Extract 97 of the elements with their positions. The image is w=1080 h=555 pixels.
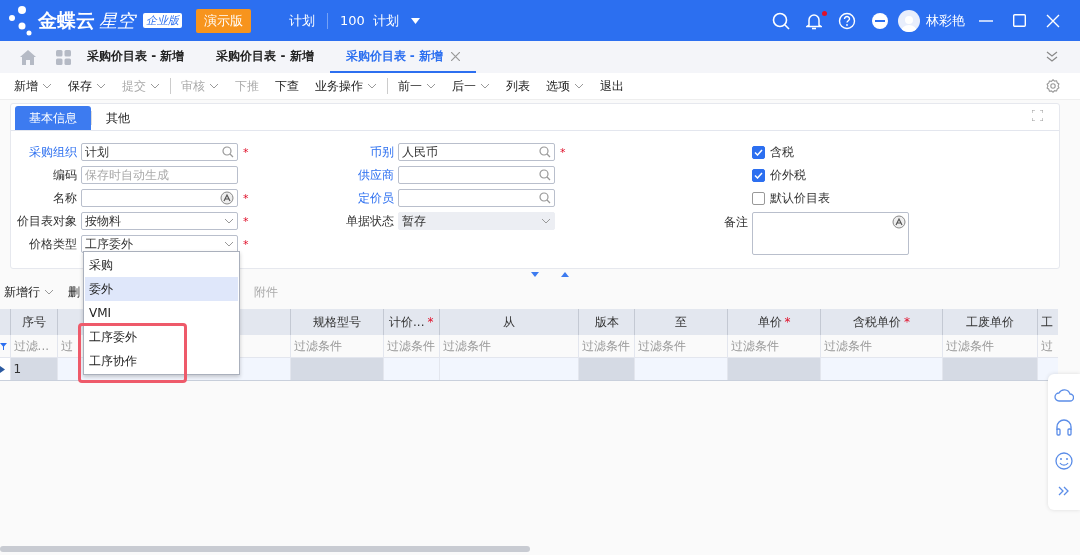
required-mark: * (784, 314, 791, 329)
cloud-icon[interactable] (1054, 388, 1074, 402)
toolbar-button[interactable]: 后一 (444, 77, 498, 95)
scrollbar[interactable] (0, 546, 530, 552)
collapse-down-icon[interactable] (531, 272, 539, 277)
field-label: 价格类型 (28, 235, 78, 253)
search-icon[interactable] (539, 192, 551, 204)
filter-icon[interactable] (0, 343, 7, 350)
edition-badge: 企业版 (143, 13, 182, 28)
required-mark: * (427, 314, 434, 329)
chevron-down-icon (224, 241, 234, 247)
field-label: 名称 (52, 189, 78, 207)
required-mark: * (243, 214, 249, 228)
field-link[interactable]: 采购组织 (15, 143, 81, 161)
dropdown-option[interactable]: VMI (85, 301, 238, 325)
help-icon[interactable] (838, 11, 856, 30)
form-tab[interactable]: 基本信息 (15, 106, 91, 130)
dropdown-option[interactable]: 委外 (85, 277, 238, 301)
checkbox[interactable] (752, 191, 765, 205)
bell-icon[interactable] (806, 11, 822, 30)
search-icon[interactable] (539, 169, 551, 181)
column-header[interactable]: 计价... (389, 314, 425, 329)
toolbar-button[interactable]: 退出 (592, 77, 632, 95)
field-label: 编码 (52, 166, 78, 184)
avatar[interactable] (898, 9, 920, 32)
field-link[interactable]: 供应商 (330, 166, 398, 184)
toolbar-button[interactable]: 保存 (60, 77, 114, 95)
data-center-label[interactable]: 100 计划 (340, 11, 400, 30)
headset-icon[interactable] (1055, 418, 1073, 436)
checkbox-label: 含税 (770, 143, 794, 161)
chevron-down-icon (224, 218, 234, 224)
dropdown-option[interactable]: 工序委外 (85, 325, 238, 349)
checkbox[interactable] (752, 145, 765, 159)
toolbar-button[interactable]: 列表 (498, 77, 538, 95)
required-mark: * (243, 145, 249, 159)
input-field[interactable]: 计划 (81, 143, 238, 161)
checkbox-label: 价外税 (770, 166, 806, 184)
chevron-down-icon (541, 218, 551, 224)
required-mark: * (560, 145, 566, 159)
toolbar-button[interactable]: 下查 (267, 77, 307, 95)
remark-field[interactable] (752, 212, 909, 255)
expand-icon[interactable] (1032, 110, 1043, 121)
field-label: 价目表对象 (16, 212, 78, 230)
input-field[interactable] (81, 189, 238, 207)
grid-toolbar-button[interactable]: 删 (68, 283, 80, 301)
required-mark: * (904, 314, 911, 329)
column-header[interactable]: 单价 (757, 314, 782, 329)
brand-name: 金蝶云 (38, 7, 95, 33)
select-field[interactable]: 按物料 (81, 212, 238, 230)
table-cell: 1 (13, 362, 22, 376)
required-mark: * (243, 237, 249, 251)
toolbar-button[interactable]: 选项 (538, 77, 592, 95)
column-header[interactable]: 含税单价 (853, 314, 902, 329)
field-label: 备注 (723, 214, 749, 231)
minimize-icon[interactable] (979, 19, 993, 22)
organization-label[interactable]: 计划 (289, 11, 315, 30)
expand-panel-icon[interactable] (1058, 486, 1070, 496)
field-link[interactable]: 币别 (330, 143, 398, 161)
field-label: 单据状态 (345, 212, 395, 230)
toolbar-button[interactable]: 新增 (6, 77, 60, 95)
settings-icon[interactable] (1046, 79, 1060, 93)
maximize-icon[interactable] (1013, 14, 1026, 27)
search-icon[interactable] (772, 11, 790, 30)
multilanguage-icon[interactable] (892, 215, 906, 229)
demo-badge: 演示版 (196, 8, 251, 33)
smile-icon[interactable] (1055, 452, 1073, 470)
column-header[interactable]: 至 (675, 314, 688, 329)
apps-icon[interactable] (56, 49, 71, 65)
search-icon[interactable] (539, 146, 551, 158)
toolbar-button[interactable]: 前一 (390, 77, 444, 95)
dropdown-option[interactable]: 采购 (85, 253, 238, 277)
toolbar-button[interactable]: 业务操作 (307, 77, 385, 95)
grid-toolbar-button[interactable]: 新增行 (4, 283, 54, 301)
product-name: 星空 (99, 8, 135, 33)
input-field[interactable]: 人民币 (398, 143, 555, 161)
input-field[interactable] (398, 166, 555, 184)
home-icon[interactable] (20, 49, 36, 65)
more-icon[interactable] (872, 12, 888, 29)
checkbox[interactable] (752, 168, 765, 182)
logo-icon (8, 5, 34, 36)
field-link[interactable]: 定价员 (330, 189, 398, 207)
multilanguage-icon[interactable] (220, 191, 234, 205)
input-field[interactable] (398, 189, 555, 207)
checkbox-label: 默认价目表 (770, 189, 830, 207)
required-mark: * (243, 191, 249, 205)
current-row-icon (0, 366, 5, 373)
caret-icon[interactable] (411, 17, 421, 24)
close-icon[interactable] (451, 51, 461, 61)
page-tab[interactable]: 采购价目表 - 新增 (200, 41, 330, 73)
column-header[interactable]: 从 (502, 314, 515, 329)
form-tab[interactable]: 其他 (92, 106, 144, 130)
dropdown-option[interactable]: 工序协作 (85, 349, 238, 373)
collapse-icon[interactable] (1046, 51, 1058, 63)
page-tab[interactable]: 采购价目表 - 新增 (71, 41, 201, 73)
user-name[interactable]: 林彩艳 (926, 11, 965, 30)
collapse-up-icon[interactable] (561, 272, 569, 277)
search-icon[interactable] (222, 146, 234, 158)
